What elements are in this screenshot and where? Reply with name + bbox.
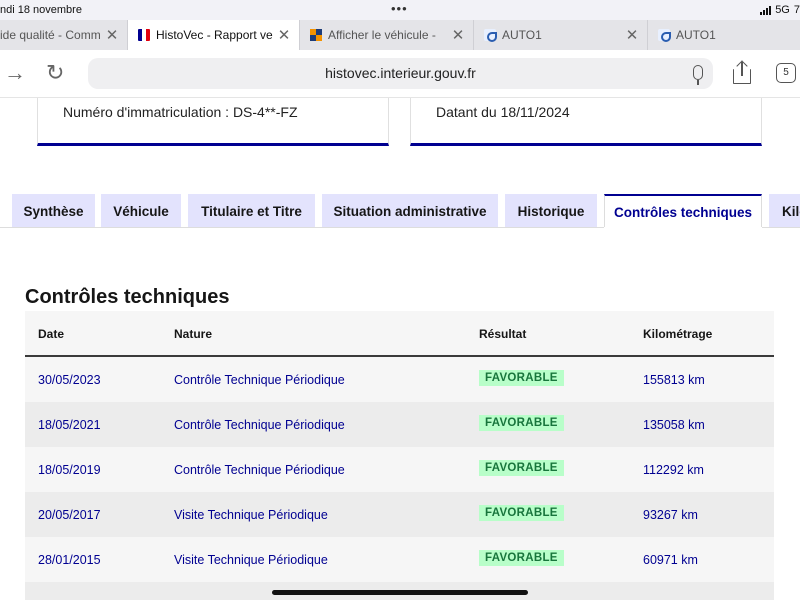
browser-tab-4[interactable]: AUTO1 — [648, 20, 800, 50]
result-badge: FAVORABLE — [479, 370, 564, 386]
french-flag-icon — [138, 29, 150, 41]
controles-table: Date Nature Résultat Kilométrage 30/05/2… — [25, 311, 774, 600]
report-date-text: Datant du 18/11/2024 — [436, 104, 570, 120]
tab-panel-border — [0, 227, 800, 228]
forward-icon[interactable]: → — [4, 60, 26, 86]
immatriculation-card: Numéro d'immatriculation : DS-4**-FZ — [37, 98, 389, 146]
network-label: 5G — [775, 4, 790, 16]
grid-logo-icon — [310, 29, 322, 41]
result-badge: FAVORABLE — [479, 505, 564, 521]
reload-icon[interactable]: ↻ — [46, 60, 64, 86]
browser-tab-title: AUTO1 — [676, 28, 716, 42]
tab-kilometrage[interactable]: Kilo — [769, 194, 800, 228]
multitasking-dots-icon[interactable]: ••• — [391, 1, 408, 16]
cell-nature: Contrôle Technique Périodique — [174, 418, 345, 432]
status-bar: ndi 18 novembre ••• 5G 7 — [0, 0, 800, 20]
auto1-icon — [658, 29, 671, 42]
immatriculation-text: Numéro d'immatriculation : DS-4**-FZ — [63, 104, 298, 120]
browser-tab-strip: ide qualité - Comm ✕ HistoVec - Rapport … — [0, 20, 800, 50]
cell-kilometrage: 93267 km — [643, 508, 698, 522]
close-tab-icon[interactable]: ✕ — [625, 26, 639, 44]
page-content: Numéro d'immatriculation : DS-4**-FZ Dat… — [0, 98, 800, 600]
tab-count-button[interactable]: 5 — [776, 63, 796, 83]
close-tab-icon[interactable]: ✕ — [105, 26, 119, 44]
report-date-card: Datant du 18/11/2024 — [410, 98, 762, 146]
status-indicators: 5G 7 — [760, 4, 800, 16]
header-date: Date — [38, 327, 65, 341]
tab-synthese[interactable]: Synthèse — [12, 194, 95, 228]
cell-date: 18/05/2019 — [38, 463, 101, 477]
battery-text: 7 — [793, 4, 800, 16]
browser-tab-1[interactable]: HistoVec - Rapport ve ✕ — [128, 20, 300, 50]
microphone-icon[interactable] — [693, 65, 703, 85]
browser-tab-3[interactable]: AUTO1 ✕ — [474, 20, 648, 50]
header-resultat: Résultat — [479, 327, 527, 341]
tab-label: Historique — [517, 203, 585, 219]
table-row: 18/05/2019 Contrôle Technique Périodique… — [25, 447, 774, 492]
cell-nature: Visite Technique Périodique — [174, 553, 328, 567]
tab-historique[interactable]: Historique — [505, 194, 597, 228]
tab-label: Titulaire et Titre — [201, 203, 302, 219]
report-tabs: Synthèse Véhicule Titulaire et Titre Sit… — [0, 194, 800, 228]
browser-tab-title: ide qualité - Comm — [0, 28, 101, 42]
close-tab-icon[interactable]: ✕ — [451, 26, 465, 44]
browser-tab-title: AUTO1 — [502, 28, 542, 42]
tab-label: Contrôles techniques — [613, 204, 753, 220]
tab-vehicule[interactable]: Véhicule — [101, 194, 181, 228]
tab-label: Synthèse — [23, 203, 84, 219]
tab-label: Véhicule — [113, 203, 169, 219]
cell-kilometrage: 155813 km — [643, 373, 705, 387]
tab-titulaire[interactable]: Titulaire et Titre — [188, 194, 315, 228]
status-date: ndi 18 novembre — [0, 4, 82, 16]
browser-toolbar: → ↻ histovec.interieur.gouv.fr 5 — [0, 50, 800, 98]
tab-label: Situation administrative — [333, 203, 487, 219]
share-icon[interactable] — [733, 60, 751, 84]
cell-nature: Visite Technique Périodique — [174, 508, 328, 522]
cell-date: 20/05/2017 — [38, 508, 101, 522]
result-badge: FAVORABLE — [479, 415, 564, 431]
url-text: histovec.interieur.gouv.fr — [325, 65, 476, 81]
result-badge: FAVORABLE — [479, 460, 564, 476]
browser-tab-2[interactable]: Afficher le véhicule - ✕ — [300, 20, 474, 50]
result-badge: FAVORABLE — [479, 550, 564, 566]
header-nature: Nature — [174, 327, 213, 341]
cell-nature: Contrôle Technique Périodique — [174, 373, 345, 387]
browser-tab-0[interactable]: ide qualité - Comm ✕ — [0, 20, 128, 50]
table-row: 18/05/2021 Contrôle Technique Périodique… — [25, 402, 774, 447]
cell-kilometrage: 112292 km — [643, 463, 704, 477]
tab-label: Kilo — [782, 203, 800, 219]
close-tab-icon[interactable]: ✕ — [277, 26, 291, 44]
table-row: 28/01/2015 Visite Technique Périodique F… — [25, 537, 774, 582]
section-title: Contrôles techniques — [25, 286, 230, 308]
table-row: 20/05/2017 Visite Technique Périodique F… — [25, 492, 774, 537]
cell-date: 28/01/2015 — [38, 553, 101, 567]
auto1-icon — [484, 29, 497, 42]
signal-icon — [760, 5, 772, 15]
cell-date: 18/05/2021 — [38, 418, 101, 432]
header-kilometrage: Kilométrage — [643, 327, 713, 341]
cell-kilometrage: 135058 km — [643, 418, 705, 432]
tab-situation-administrative[interactable]: Situation administrative — [322, 194, 498, 228]
home-indicator[interactable] — [272, 590, 528, 595]
cell-nature: Contrôle Technique Périodique — [174, 463, 345, 477]
table-row: 30/05/2023 Contrôle Technique Périodique… — [25, 357, 774, 402]
cell-date: 30/05/2023 — [38, 373, 101, 387]
address-bar[interactable]: histovec.interieur.gouv.fr — [88, 58, 713, 89]
browser-tab-title: HistoVec - Rapport ve — [156, 28, 273, 42]
cell-kilometrage: 60971 km — [643, 553, 698, 567]
table-header: Date Nature Résultat Kilométrage — [25, 311, 774, 357]
browser-tab-title: Afficher le véhicule - — [328, 28, 436, 42]
tab-controles-techniques[interactable]: Contrôles techniques — [604, 194, 762, 228]
